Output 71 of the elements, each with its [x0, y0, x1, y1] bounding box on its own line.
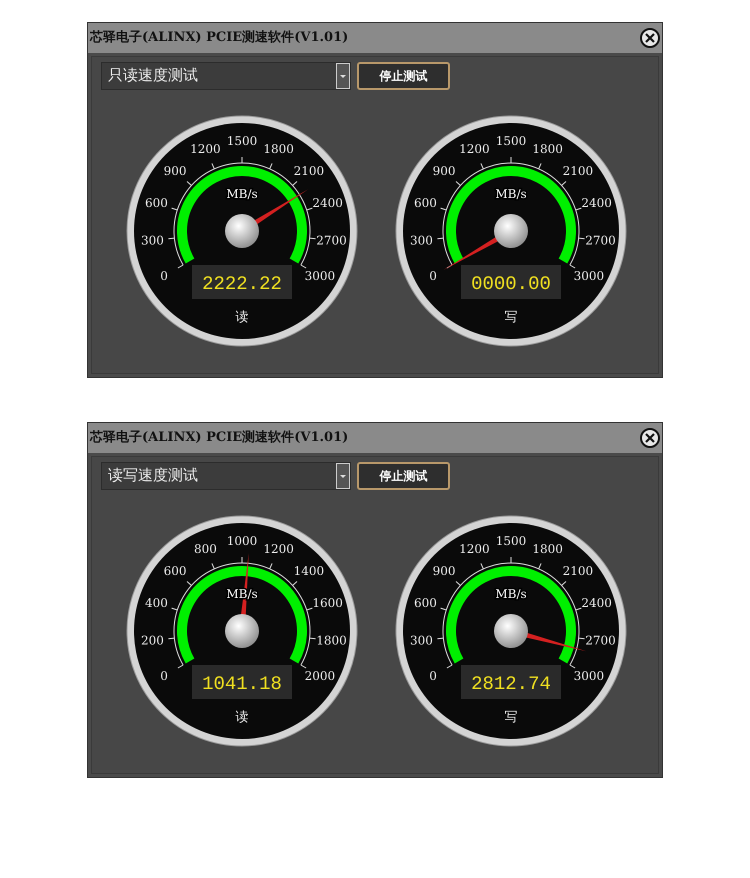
dropdown-value: 读写速度测试	[108, 466, 198, 486]
scale-label: 3000	[304, 269, 336, 283]
close-icon	[645, 433, 655, 443]
mode-dropdown[interactable]: 只读速度测试	[101, 62, 351, 90]
dropdown-value: 只读速度测试	[108, 66, 198, 86]
scale-label: 1800	[532, 142, 563, 156]
needle-hub	[225, 614, 259, 648]
scale-label: 1600	[312, 596, 343, 610]
scale-label: 1500	[226, 134, 258, 148]
needle-hub	[494, 214, 528, 248]
scale-label: 900	[164, 164, 187, 178]
close-button[interactable]	[640, 428, 660, 448]
scale-label: 2400	[581, 196, 612, 210]
scale-label: 2400	[312, 196, 343, 210]
readout-value: 1041.18	[202, 673, 282, 695]
scale-label: 1200	[459, 542, 490, 556]
gauge-label: 写	[504, 709, 518, 724]
scale-label: 1800	[263, 142, 294, 156]
scale-label: 800	[194, 542, 217, 556]
scale-label: 400	[144, 596, 168, 610]
scale-label: 1200	[459, 142, 490, 156]
readout-value: 0000.00	[471, 273, 551, 295]
scale-label: 2100	[562, 164, 594, 178]
gauge-label: 读	[236, 309, 248, 324]
window-title: 芯驿电子(ALINX) PCIE测速软件(V1.01)	[90, 429, 348, 448]
scale-label: 600	[414, 196, 437, 210]
needle-hub	[494, 614, 528, 648]
scale-label: 1200	[263, 542, 294, 556]
close-icon	[645, 33, 655, 43]
stop-button[interactable]: 停止测试	[357, 62, 450, 90]
scale-label: 2000	[304, 669, 336, 683]
scale-label: 300	[141, 233, 164, 248]
scale-label: 1500	[496, 534, 526, 548]
unit-label: MB/s	[495, 187, 527, 201]
scale-label: 2400	[581, 596, 612, 610]
scale-label: 2700	[585, 633, 616, 648]
scale-label: 300	[410, 233, 433, 248]
readout-value: 2812.74	[471, 673, 551, 695]
close-button[interactable]	[640, 28, 660, 48]
scale-label: 600	[164, 564, 187, 578]
scale-label: 0	[160, 269, 168, 283]
scale-label: 900	[432, 164, 456, 178]
scale-label: 3000	[574, 669, 604, 683]
scale-label: 900	[432, 564, 456, 578]
scale-label: 2100	[562, 564, 594, 578]
scale-label: 1800	[316, 633, 347, 648]
gauge-label: 写	[504, 309, 518, 324]
scale-label: 1400	[294, 564, 324, 578]
scale-label: 300	[410, 633, 433, 648]
window-title: 芯驿电子(ALINX) PCIE测速软件(V1.01)	[90, 29, 348, 48]
scale-label: 600	[144, 196, 168, 210]
readout-value: 2222.22	[202, 273, 282, 295]
scale-label: 1200	[190, 142, 221, 156]
scale-label: 0	[429, 269, 437, 283]
scale-label: 2100	[294, 164, 324, 178]
scale-label: 2700	[585, 233, 616, 248]
scale-label: 2700	[316, 233, 347, 248]
gauge-label: 读	[236, 709, 248, 724]
mode-dropdown[interactable]: 读写速度测试	[101, 462, 351, 490]
scale-label: 0	[160, 669, 168, 683]
unit-label: MB/s	[226, 187, 258, 201]
scale-label: 200	[141, 633, 164, 648]
scale-label: 600	[414, 596, 437, 610]
stop-button[interactable]: 停止测试	[357, 462, 450, 490]
scale-label: 1500	[496, 134, 526, 148]
scale-label: 1000	[226, 534, 258, 548]
scale-label: 1800	[532, 542, 563, 556]
scale-label: 3000	[574, 269, 604, 283]
needle-hub	[225, 214, 259, 248]
unit-label: MB/s	[495, 587, 527, 601]
scale-label: 0	[429, 669, 437, 683]
